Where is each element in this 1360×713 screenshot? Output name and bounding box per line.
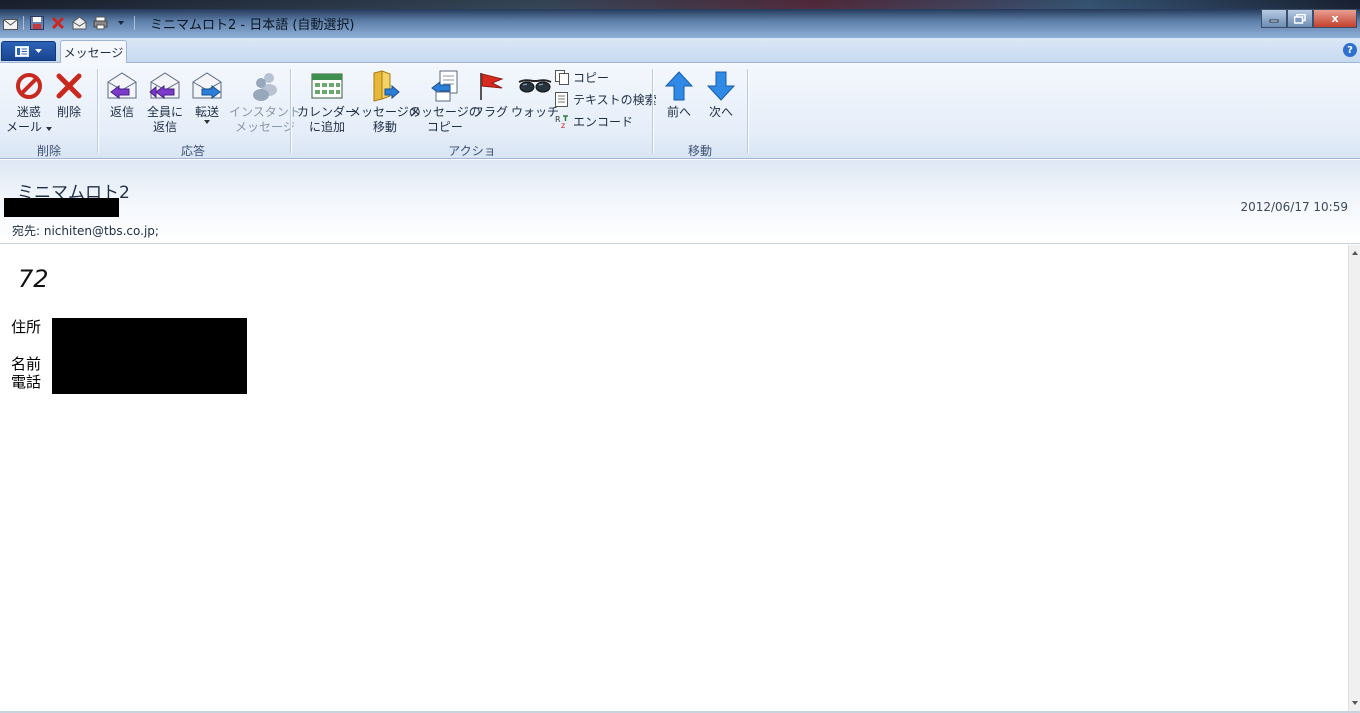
previous-button[interactable]: 前へ [662,69,696,120]
window-title: ミニマムロト2 - 日本語 (自動選択) [150,18,355,33]
mail-app-icon[interactable] [2,15,18,31]
app-menu-icon [15,45,29,57]
junk-mail-label-1: 迷惑 [16,105,41,119]
svg-text:z: z [561,121,565,129]
reply-label: 返信 [109,105,134,119]
next-button[interactable]: 次へ [704,69,738,120]
message-date: 2012/06/17 10:59 [1240,200,1348,214]
delete-button[interactable]: 削除 [52,69,86,120]
address-label: 住所 [11,318,42,336]
reply-all-icon [148,69,182,103]
delete-icon [52,69,86,103]
phone-label: 電話 [11,373,42,391]
add-to-calendar-label-1: カレンダー [297,105,358,119]
title-bar-background-strip [0,0,1360,9]
add-to-calendar-label-2: に追加 [309,120,346,134]
reply-button[interactable]: 返信 [105,69,139,120]
copy-message-button[interactable]: メッセージの コピー [409,69,481,135]
ribbon-tab-row: メッセージ ? [0,38,1360,64]
group-label-respond: 応答 [180,144,205,158]
forward-icon [190,69,224,103]
scroll-down-icon[interactable] [1352,701,1358,705]
watch-button[interactable]: ウォッチ [511,69,559,120]
junk-mail-label-2: メール [6,120,52,135]
app-menu-button[interactable] [1,41,56,61]
personal-info-redacted [52,318,247,394]
group-separator [747,69,748,153]
quick-access-toolbar [2,13,135,33]
group-label-move: 移動 [687,144,712,158]
add-to-calendar-button[interactable]: カレンダー に追加 [297,69,357,135]
delete-label: 削除 [56,105,81,119]
reply-icon [105,69,139,103]
next-label: 次へ [708,105,733,119]
minimize-button[interactable] [1261,9,1287,28]
copy-icon [554,70,570,86]
copy-message-label-1: メッセージの [409,105,481,119]
chevron-down-icon [45,127,52,131]
forward-label: 転送 [194,105,219,119]
block-icon [12,69,46,103]
find-text-label: テキストの検索 [573,93,657,107]
previous-label: 前へ [666,105,691,119]
forward-button[interactable]: 転送 [190,69,224,124]
recipient-line: 宛先: nichiten@tbs.co.jp; [12,224,159,238]
qat-separator [23,16,24,30]
copy-message-label-2: コピー [426,120,463,134]
copy-document-icon [428,69,462,103]
title-bar: ミニマムロト2 - 日本語 (自動選択) x [0,0,1360,38]
delete-icon[interactable] [50,15,66,31]
tab-message[interactable]: メッセージ [60,40,127,64]
ribbon: 迷惑 メール 削除 削除 返信 全員に 返信 転送 インスタント メッセージ 応… [0,63,1360,175]
scroll-up-icon[interactable] [1352,251,1358,255]
message-body[interactable]: 72 住所 名前 電話 [0,245,1348,711]
glasses-icon [518,69,552,103]
window-controls: x [1261,9,1357,28]
reply-all-label-2: 返信 [153,120,178,134]
save-icon[interactable] [29,15,45,31]
folder-move-icon [368,69,402,103]
help-icon[interactable]: ? [1343,43,1357,57]
vertical-scrollbar[interactable] [1348,245,1360,711]
group-separator [652,69,653,153]
body-number: 72 [18,265,49,293]
chevron-down-icon [204,120,210,124]
close-icon: x [1331,12,1339,25]
flag-icon [473,69,507,103]
customize-dropdown-icon[interactable] [113,15,129,31]
flag-label: フラグ [472,105,509,119]
instant-message-label-2: メッセージ [235,120,295,134]
group-separator [97,69,98,153]
reply-all-button[interactable]: 全員に 返信 [147,69,183,135]
reply-all-label-1: 全員に [147,105,184,119]
document-search-icon [554,92,570,108]
group-label-delete: 削除 [36,144,61,158]
message-header: ミニマムロト2 2012/06/17 10:59 宛先: nichiten@tb… [0,160,1360,244]
sender-redacted [4,198,119,217]
junk-mail-button[interactable]: 迷惑 メール [6,69,52,135]
maximize-button[interactable] [1287,9,1313,28]
group-separator [290,69,291,153]
encode-button[interactable]: Rz エンコード [554,113,634,130]
name-label: 名前 [11,355,42,373]
arrow-up-icon [662,69,696,103]
encode-label: エンコード [573,115,634,129]
watch-label: ウォッチ [511,105,560,119]
qat-separator [134,16,135,30]
print-icon[interactable] [92,15,108,31]
open-mail-icon[interactable] [71,15,87,31]
flag-button[interactable]: フラグ [472,69,508,120]
encoding-icon: Rz [554,114,570,130]
move-message-label-2: 移動 [372,120,397,134]
chevron-down-icon [35,48,42,53]
instant-message-icon [248,69,282,103]
copy-label: コピー [573,71,610,85]
calendar-icon [310,69,344,103]
copy-button[interactable]: コピー [554,69,609,86]
arrow-down-icon [704,69,738,103]
find-text-button[interactable]: テキストの検索 [554,91,657,108]
close-window-button[interactable]: x [1313,9,1357,28]
